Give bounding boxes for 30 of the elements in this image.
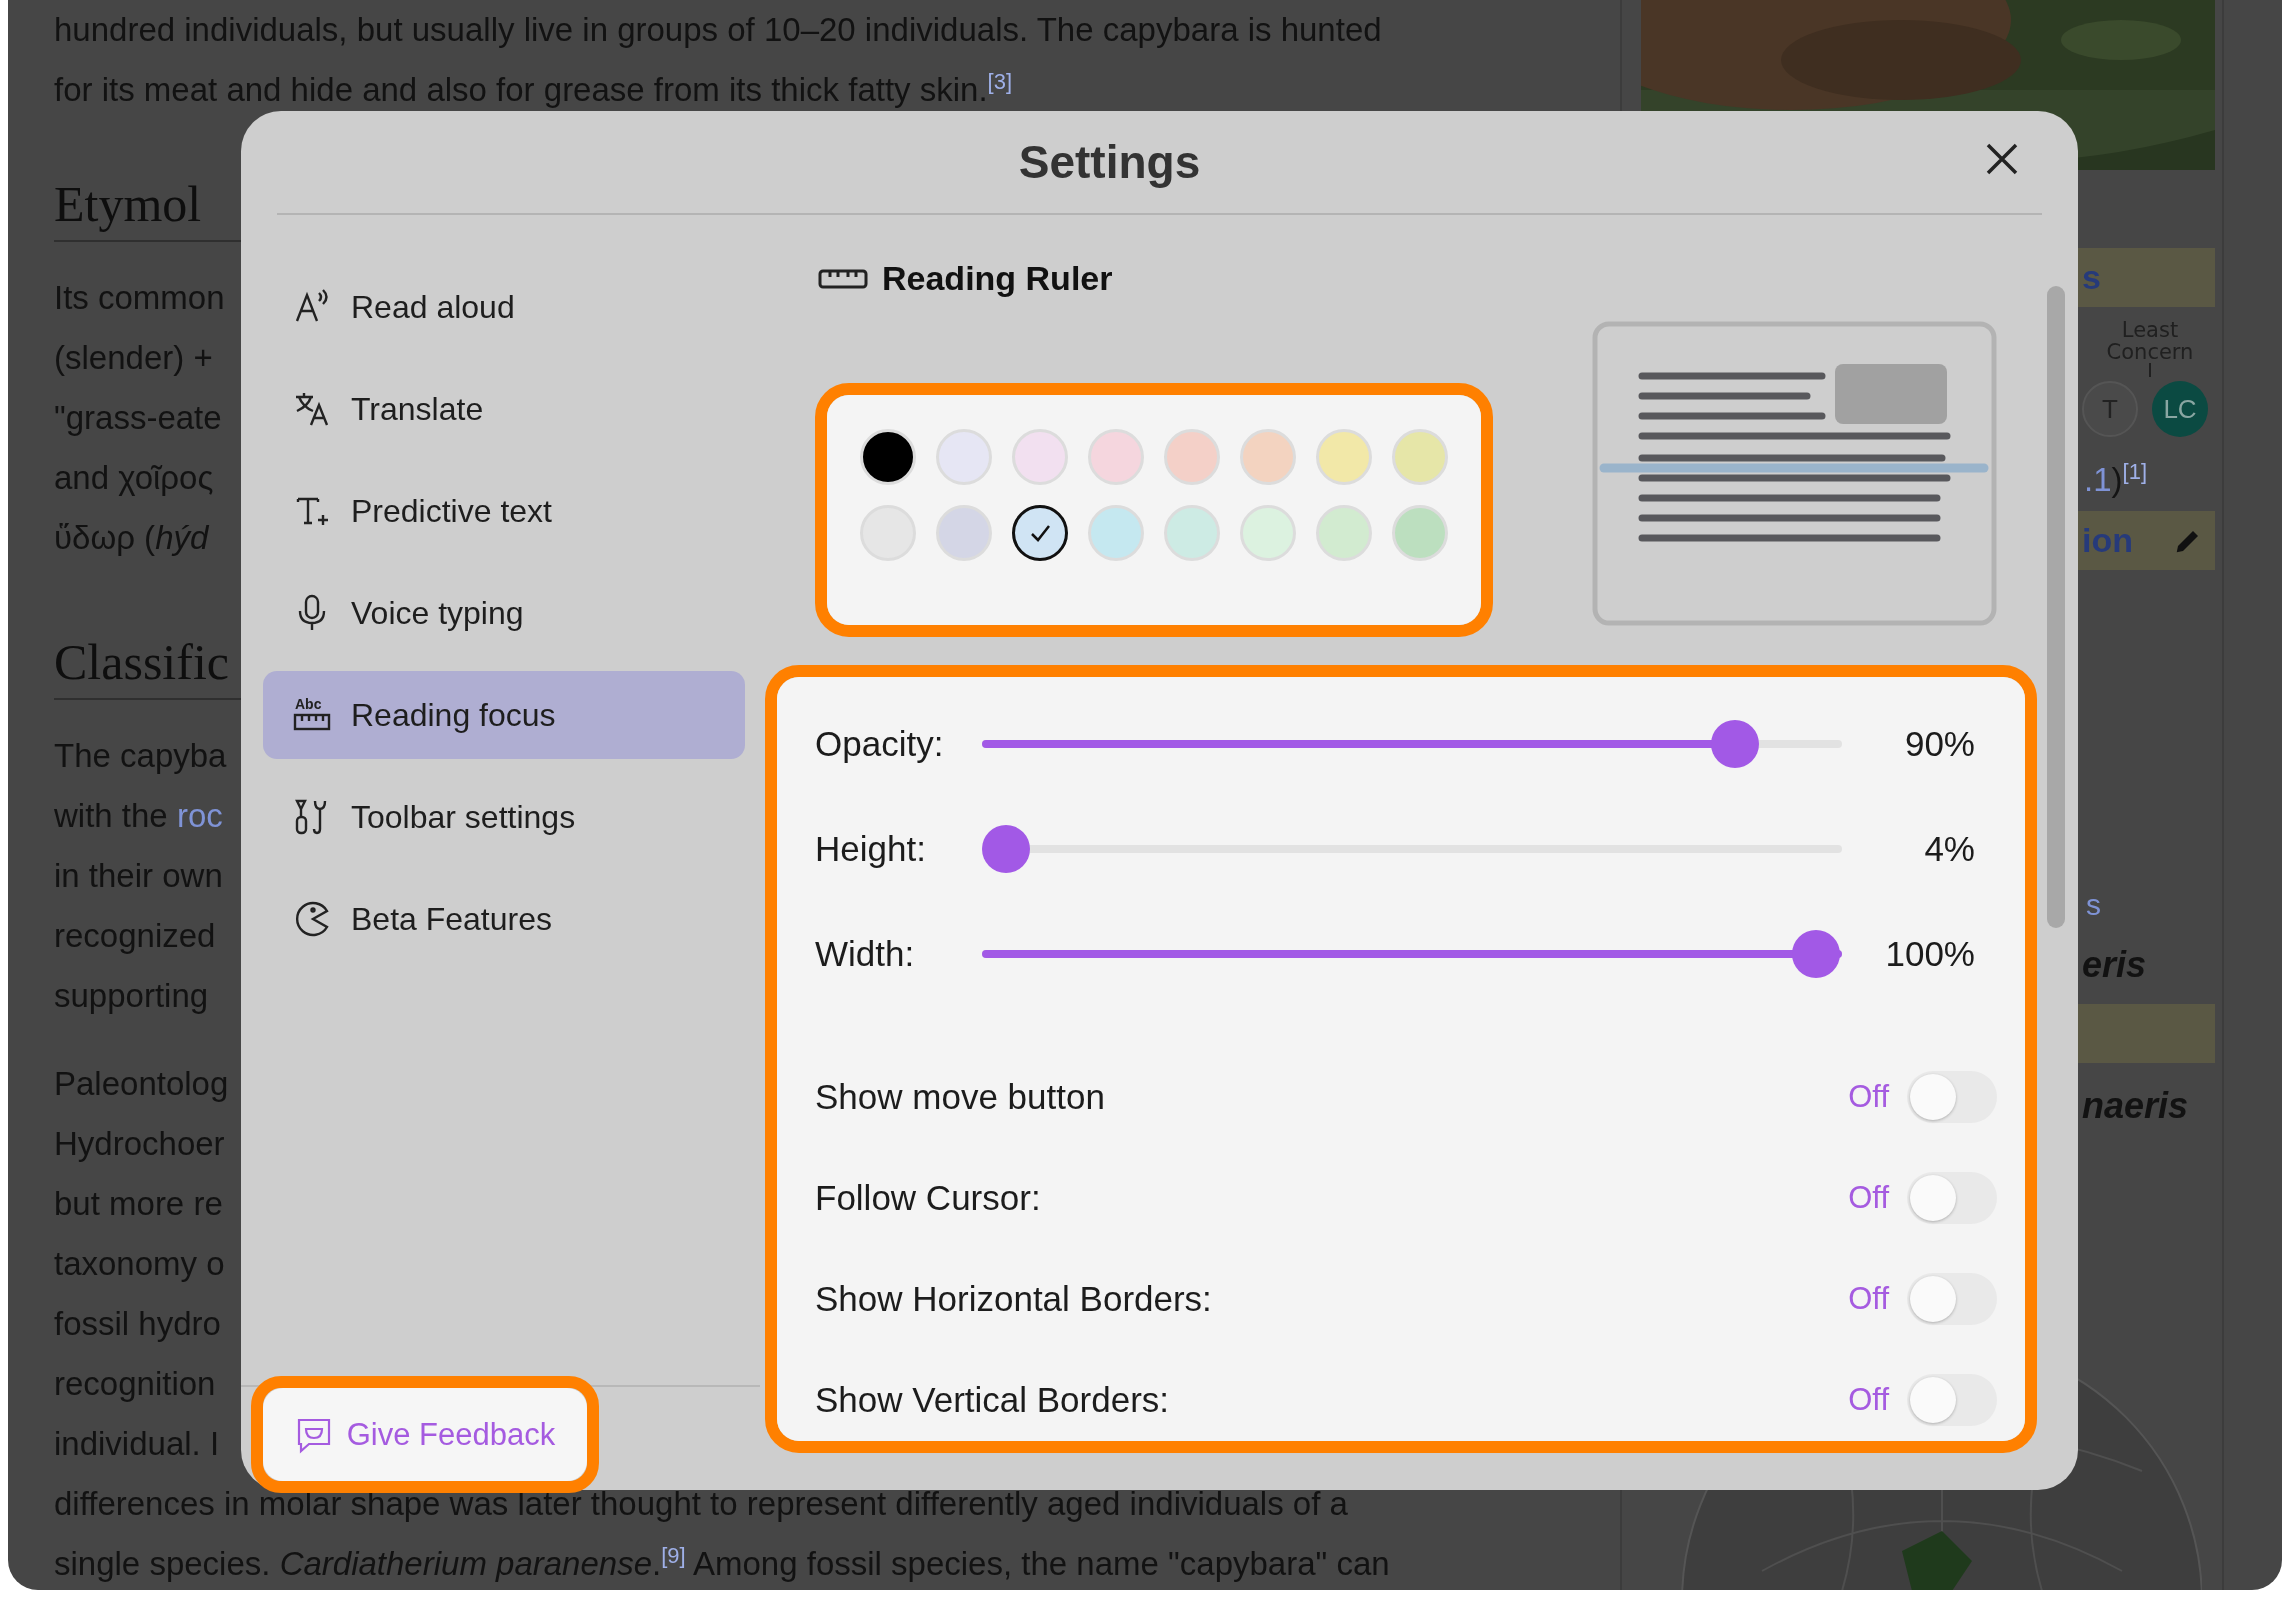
status-circle: LC xyxy=(2152,381,2208,437)
toggle-state: Off xyxy=(1848,1078,1889,1115)
nav-item[interactable]: Predictive text xyxy=(263,467,745,555)
slider-value: 90% xyxy=(1903,723,1975,764)
slider[interactable] xyxy=(981,719,1842,768)
slider-label: Opacity: xyxy=(815,723,945,764)
nav-item[interactable]: Read aloud xyxy=(263,263,745,351)
toggle-label: Show move button xyxy=(815,1076,1105,1117)
toggle-label: Show Vertical Borders: xyxy=(815,1379,1170,1420)
color-swatch[interactable] xyxy=(1012,505,1068,561)
toggle-state: Off xyxy=(1848,1179,1889,1216)
toggle-state: Off xyxy=(1848,1280,1889,1317)
nav-item[interactable]: Toolbar settings xyxy=(263,773,745,861)
slider-label: Width: xyxy=(815,933,916,974)
status-tick xyxy=(2149,363,2151,377)
toggle-label: Follow Cursor: xyxy=(815,1177,1041,1218)
slider[interactable] xyxy=(981,929,1842,978)
slider-label: Height: xyxy=(815,828,927,869)
toggle-state: Off xyxy=(1848,1381,1889,1418)
slider[interactable] xyxy=(981,824,1842,873)
section-title: Reading Ruler xyxy=(882,258,1113,298)
scrollbar[interactable] xyxy=(2047,286,2065,928)
feedback-button[interactable]: Give Feedback xyxy=(263,1388,587,1481)
toggle-label: Show Horizontal Borders: xyxy=(815,1278,1212,1319)
reference-text: )$^{[1]}$ xyxy=(2111,461,2147,498)
nav-item[interactable]: Translate xyxy=(263,365,745,453)
slider-value: 4% xyxy=(1923,828,1975,869)
nav-item[interactable]: Abc Reading focus xyxy=(263,671,745,759)
slider-value: 100% xyxy=(1884,933,1975,974)
nav-item[interactable]: Beta Features xyxy=(263,875,745,963)
